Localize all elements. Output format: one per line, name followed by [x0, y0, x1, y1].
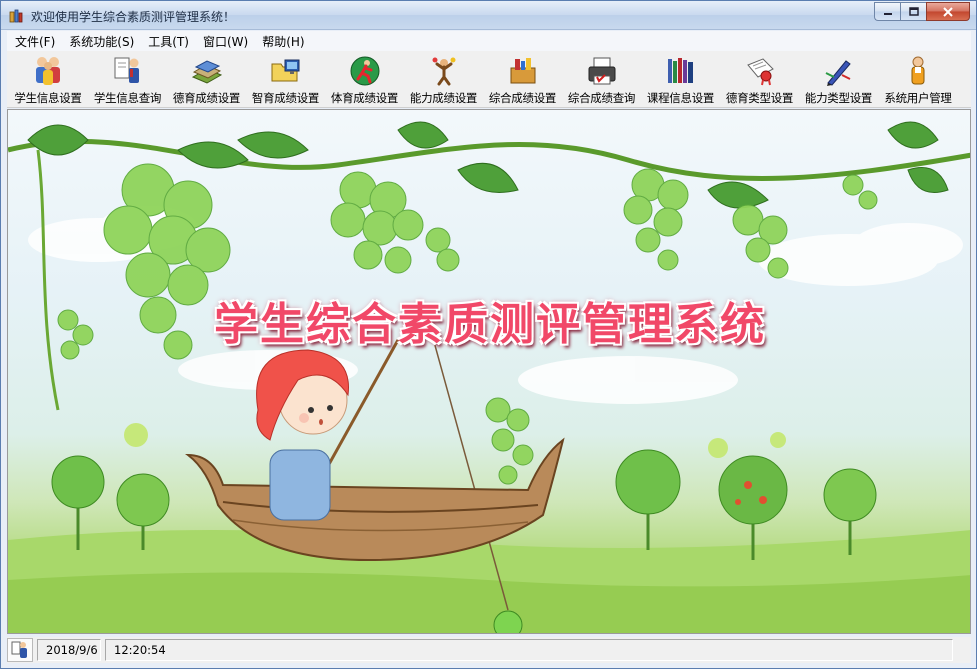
books-icon — [191, 60, 222, 84]
menu-bar: 文件(F) 系统功能(S) 工具(T) 窗口(W) 帮助(H) — [7, 31, 971, 51]
toolbar-ability-score-setup-button[interactable]: 能力成绩设置 — [404, 51, 483, 108]
toolbar-sports-score-setup-button[interactable]: 体育成绩设置 — [325, 51, 404, 108]
bookshelf-icon — [667, 58, 693, 83]
minimize-button[interactable] — [874, 2, 900, 21]
toolbar-moral-type-setup-button[interactable]: 德育类型设置 — [720, 51, 799, 108]
toolbar-label: 德育成绩设置 — [172, 91, 241, 105]
teacher-status-icon — [11, 641, 27, 658]
window-title: 欢迎使用学生综合素质测评管理系统！ — [31, 10, 236, 24]
runner-icon — [350, 56, 379, 86]
status-date: 2018/9/6 — [37, 639, 101, 661]
toolbar-system-user-management-button[interactable]: 系统用户管理 — [878, 51, 958, 108]
maximize-icon — [908, 6, 919, 16]
toolbar-overall-score-query-button[interactable]: 综合成绩查询 — [562, 51, 641, 108]
toolbar-label: 综合成绩查询 — [567, 91, 636, 105]
toolbar-label: 能力类型设置 — [804, 91, 873, 105]
toolbar-label: 学生信息查询 — [93, 91, 162, 105]
close-button[interactable] — [926, 2, 970, 21]
toolbar-label: 学生信息设置 — [14, 91, 82, 105]
toolbar-label: 德育类型设置 — [725, 91, 794, 105]
juggler-icon — [432, 57, 455, 86]
toolbox-icon — [510, 58, 535, 84]
toolbar: 学生信息设置 学生信息查询 德育成绩设置 智育成绩设置 体育成绩设置 能力成绩设… — [7, 51, 971, 108]
menu-help[interactable]: 帮助(H) — [255, 33, 311, 50]
toolbar-label: 综合成绩设置 — [488, 91, 557, 105]
toolbar-intellect-score-setup-button[interactable]: 智育成绩设置 — [246, 51, 325, 108]
pen-icon — [825, 60, 851, 86]
toolbar-student-info-query-button[interactable]: 学生信息查询 — [88, 51, 167, 108]
toolbar-moral-score-setup-button[interactable]: 德育成绩设置 — [167, 51, 246, 108]
user-icon — [911, 56, 925, 85]
menu-file[interactable]: 文件(F) — [7, 33, 62, 50]
main-canvas: 学生综合素质测评管理系统 — [7, 109, 971, 634]
maximize-button[interactable] — [900, 2, 926, 21]
menu-system-functions[interactable]: 系统功能(S) — [62, 33, 141, 50]
toolbar-label: 体育成绩设置 — [330, 91, 399, 105]
toolbar-label: 能力成绩设置 — [409, 91, 478, 105]
background-illustration — [8, 121, 970, 633]
caption-buttons — [874, 2, 970, 21]
menu-tools[interactable]: 工具(T) — [141, 33, 196, 50]
close-icon — [943, 6, 953, 17]
status-bar: 2018/9/6 12:20:54 — [7, 637, 971, 663]
teacher-icon — [114, 57, 139, 83]
toolbar-overall-score-setup-button[interactable]: 综合成绩设置 — [483, 51, 562, 108]
folder-computer-icon — [271, 59, 299, 82]
people-icon — [36, 57, 60, 85]
main-window: 欢迎使用学生综合素质测评管理系统！ 文件(F) 系统功能(S) 工具(T) 窗口… — [0, 0, 977, 669]
toolbar-ability-type-setup-button[interactable]: 能力类型设置 — [799, 51, 878, 108]
title-bar[interactable]: 欢迎使用学生综合素质测评管理系统！ — [1, 1, 976, 30]
app-icon — [9, 9, 23, 23]
status-time: 12:20:54 — [105, 639, 953, 661]
toolbar-course-info-setup-button[interactable]: 课程信息设置 — [641, 51, 720, 108]
certificate-icon — [746, 58, 774, 86]
toolbar-student-info-setup-button[interactable]: 学生信息设置 — [8, 51, 88, 108]
printer-icon — [588, 57, 615, 85]
banner-title: 学生综合素质测评管理系统 — [214, 299, 766, 350]
toolbar-label: 课程信息设置 — [646, 91, 715, 105]
minimize-icon — [883, 12, 892, 15]
toolbar-label: 系统用户管理 — [884, 91, 952, 105]
toolbar-label: 智育成绩设置 — [251, 91, 320, 105]
menu-window[interactable]: 窗口(W) — [196, 33, 255, 50]
status-user-icon — [7, 638, 33, 662]
